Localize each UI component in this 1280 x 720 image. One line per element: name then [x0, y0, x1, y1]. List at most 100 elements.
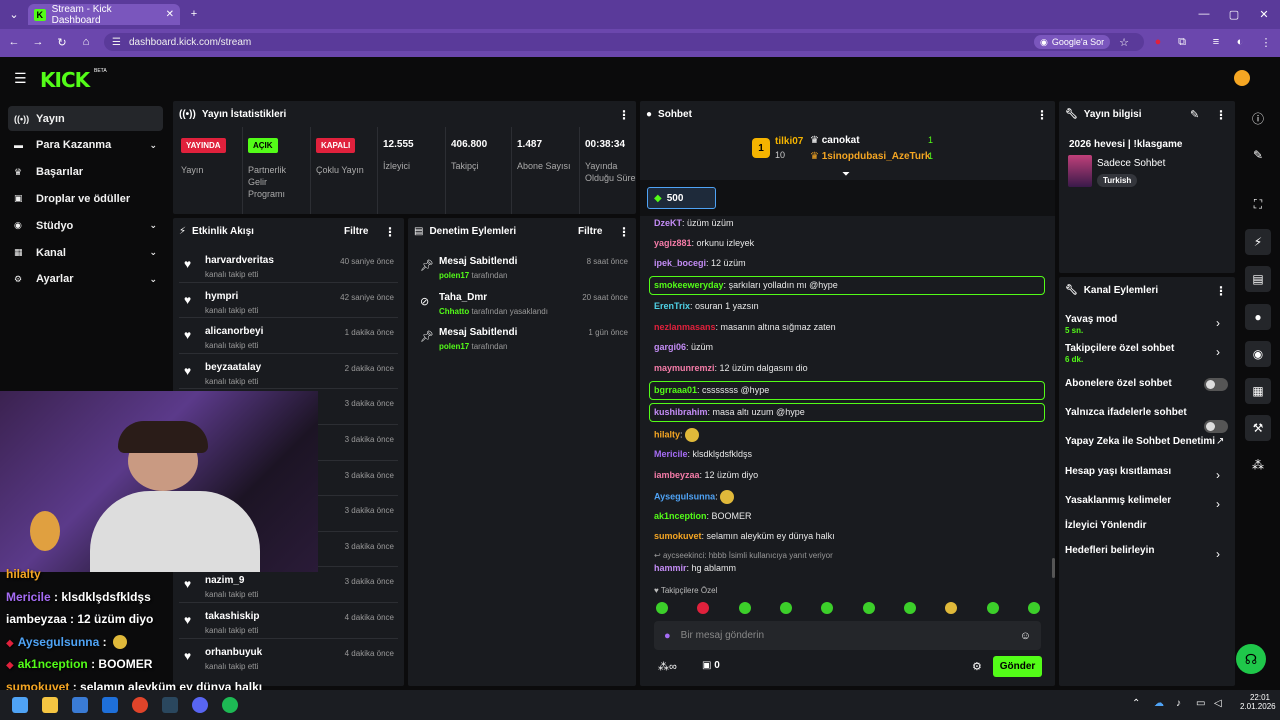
info-icon[interactable]: ⓘ: [1240, 105, 1276, 131]
toggle-switch[interactable]: [1204, 378, 1228, 391]
collapse-chevron-icon[interactable]: ⏷: [842, 169, 850, 180]
maximize-icon[interactable]: ▢: [1226, 6, 1242, 22]
chat-username[interactable]: bgrraaa01: [654, 385, 697, 395]
follower-name[interactable]: orhanbuyuk: [205, 647, 262, 658]
media-icon[interactable]: ≡: [1208, 34, 1224, 50]
extensions-icon[interactable]: ⧉: [1174, 34, 1190, 50]
leader1-name[interactable]: tilki07: [775, 136, 803, 147]
follower-name[interactable]: beyzaatalay: [205, 362, 261, 373]
channel-action-label[interactable]: Yavaş mod: [1065, 314, 1117, 325]
chat-username[interactable]: ipek_bocegi: [654, 258, 706, 268]
bolt-icon-button[interactable]: ⚡: [1245, 229, 1271, 255]
tray-mic-icon[interactable]: ♪: [1176, 698, 1181, 709]
chat-username[interactable]: DzeKT: [654, 218, 682, 228]
channel-action-label[interactable]: Yapay Zeka ile Sohbet Denetimi: [1065, 436, 1215, 447]
chat-more-icon[interactable]: ⋮: [1036, 108, 1048, 122]
leader2-row[interactable]: ♛ canokat: [810, 135, 860, 146]
channel-action-label[interactable]: Yalnızca ifadelerle sohbet: [1065, 407, 1187, 418]
category-name[interactable]: Sadece Sohbet: [1097, 158, 1165, 169]
emote-icon[interactable]: [945, 602, 958, 614]
wrench-icon-button[interactable]: ⚒: [1245, 415, 1271, 441]
chat-username[interactable]: ak1nception: [654, 511, 707, 521]
stream-info-more-icon[interactable]: ⋮: [1215, 108, 1227, 122]
broadcast-icon-button[interactable]: ◉: [1245, 341, 1271, 367]
mod-name[interactable]: Chhatto: [439, 307, 469, 316]
close-window-icon[interactable]: ✕: [1256, 6, 1272, 22]
extension-record-icon[interactable]: ●: [1150, 34, 1166, 50]
external-link-icon[interactable]: ↗: [1216, 436, 1224, 447]
activity-filter-button[interactable]: Filtre: [344, 226, 368, 237]
nav-item[interactable]: ⚙ Ayarlar ⌄: [8, 267, 163, 292]
browser-menu-icon[interactable]: ⋮: [1258, 34, 1274, 50]
url-field[interactable]: ☰ dashboard.kick.com/stream: [104, 33, 1144, 51]
panels-icon-button[interactable]: ▦: [1245, 378, 1271, 404]
channel-action-label[interactable]: Takipçilere özel sohbet: [1065, 343, 1174, 354]
channel-points-icon[interactable]: ⁂∞: [658, 660, 677, 673]
chat-input[interactable]: ● Bir mesaj gönderin ☺: [654, 621, 1041, 650]
spotify-icon[interactable]: [222, 697, 238, 713]
steam-icon[interactable]: [162, 697, 178, 713]
chat-username[interactable]: nezlanmasans: [654, 322, 716, 332]
chat-username[interactable]: sumokuvet: [654, 531, 702, 541]
wrench-icon[interactable]: ⚒: [1240, 415, 1276, 441]
minimize-icon[interactable]: —: [1196, 6, 1212, 22]
chevron-right-icon[interactable]: ›: [1216, 497, 1220, 511]
document-icon[interactable]: ▤: [1240, 266, 1276, 292]
share-nodes-icon[interactable]: ⁂: [1240, 452, 1276, 478]
tray-sync-icon[interactable]: ☁: [1154, 698, 1164, 709]
chat-username[interactable]: iambeyzaa: [654, 470, 700, 480]
site-info-icon[interactable]: ☰: [112, 37, 121, 48]
edit-pencil-icon[interactable]: ✎: [1190, 108, 1199, 121]
panels-icon[interactable]: ▦: [1240, 378, 1276, 404]
follower-name[interactable]: alicanorbeyi: [205, 326, 263, 337]
channel-action-label[interactable]: Hedefleri belirleyin: [1065, 545, 1154, 556]
chat-username[interactable]: Aysegulsunna: [654, 491, 715, 501]
broadcast-icon[interactable]: ◉: [1240, 341, 1276, 367]
clock[interactable]: 22:01 2.01.2026: [1240, 693, 1276, 711]
follower-name[interactable]: hympri: [205, 291, 238, 302]
tray-volume-icon[interactable]: ◁: [1214, 698, 1222, 709]
emote-icon[interactable]: [738, 602, 751, 614]
moderation-filter-button[interactable]: Filtre: [578, 226, 602, 237]
moderation-more-icon[interactable]: ⋮: [618, 225, 630, 239]
category-thumbnail[interactable]: [1068, 155, 1092, 187]
tray-network-icon[interactable]: ▭: [1196, 698, 1205, 709]
emote-icon[interactable]: [862, 602, 875, 614]
leader3-row[interactable]: ♛ 1sinopdubasi_AzeTurk: [810, 151, 930, 162]
tray-overflow-icon[interactable]: ⌃: [1132, 698, 1140, 709]
hamburger-menu-icon[interactable]: ☰: [14, 70, 27, 87]
chat-bubble-icon[interactable]: ●: [1240, 304, 1276, 330]
emoji-picker-icon[interactable]: ☺: [1020, 630, 1031, 642]
follower-name[interactable]: nazim_9: [205, 575, 244, 586]
points-counter[interactable]: ▣ 0: [702, 660, 720, 671]
chat-username[interactable]: smokeeweryday: [654, 280, 724, 290]
google-ask-button[interactable]: ◉ Google'a Sor: [1034, 35, 1111, 49]
user-avatar[interactable]: [1234, 70, 1250, 86]
browser-tab[interactable]: K Stream - Kick Dashboard ✕: [28, 4, 180, 26]
nav-item[interactable]: ◉ Stüdyo ⌄: [8, 213, 163, 238]
follower-name[interactable]: takashiskip: [205, 611, 259, 622]
nav-item[interactable]: ♛ Başarılar: [8, 160, 163, 185]
chat-username[interactable]: hilalty: [654, 429, 680, 439]
mod-name[interactable]: polen17: [439, 271, 469, 280]
activity-more-icon[interactable]: ⋮: [384, 225, 396, 239]
stats-more-icon[interactable]: ⋮: [618, 108, 630, 122]
follower-name[interactable]: harvardveritas: [205, 255, 274, 266]
channel-action-label[interactable]: Abonelere özel sohbet: [1065, 378, 1172, 389]
channel-action-label[interactable]: İzleyici Yönlendir: [1065, 520, 1147, 531]
emote-icon[interactable]: [986, 602, 999, 614]
microphone-icon[interactable]: ●: [664, 630, 671, 642]
profile-avatar-icon[interactable]: ◐: [1232, 34, 1248, 50]
home-icon[interactable]: ⌂: [78, 34, 94, 50]
channel-actions-more-icon[interactable]: ⋮: [1215, 284, 1227, 298]
reload-icon[interactable]: ↻: [54, 34, 70, 50]
chat-bubble-icon-button[interactable]: ●: [1245, 304, 1271, 330]
document-icon-button[interactable]: ▤: [1245, 266, 1271, 292]
emote-icon[interactable]: [779, 602, 792, 614]
screen-capture-icon[interactable]: ⛶: [1240, 191, 1276, 217]
chat-username[interactable]: ErenTrix: [654, 301, 690, 311]
toggle-switch[interactable]: [1204, 420, 1228, 433]
chat-username[interactable]: hammir: [654, 563, 687, 573]
mod-name[interactable]: polen17: [439, 342, 469, 351]
goal-counter[interactable]: ◆ 500: [647, 187, 716, 209]
